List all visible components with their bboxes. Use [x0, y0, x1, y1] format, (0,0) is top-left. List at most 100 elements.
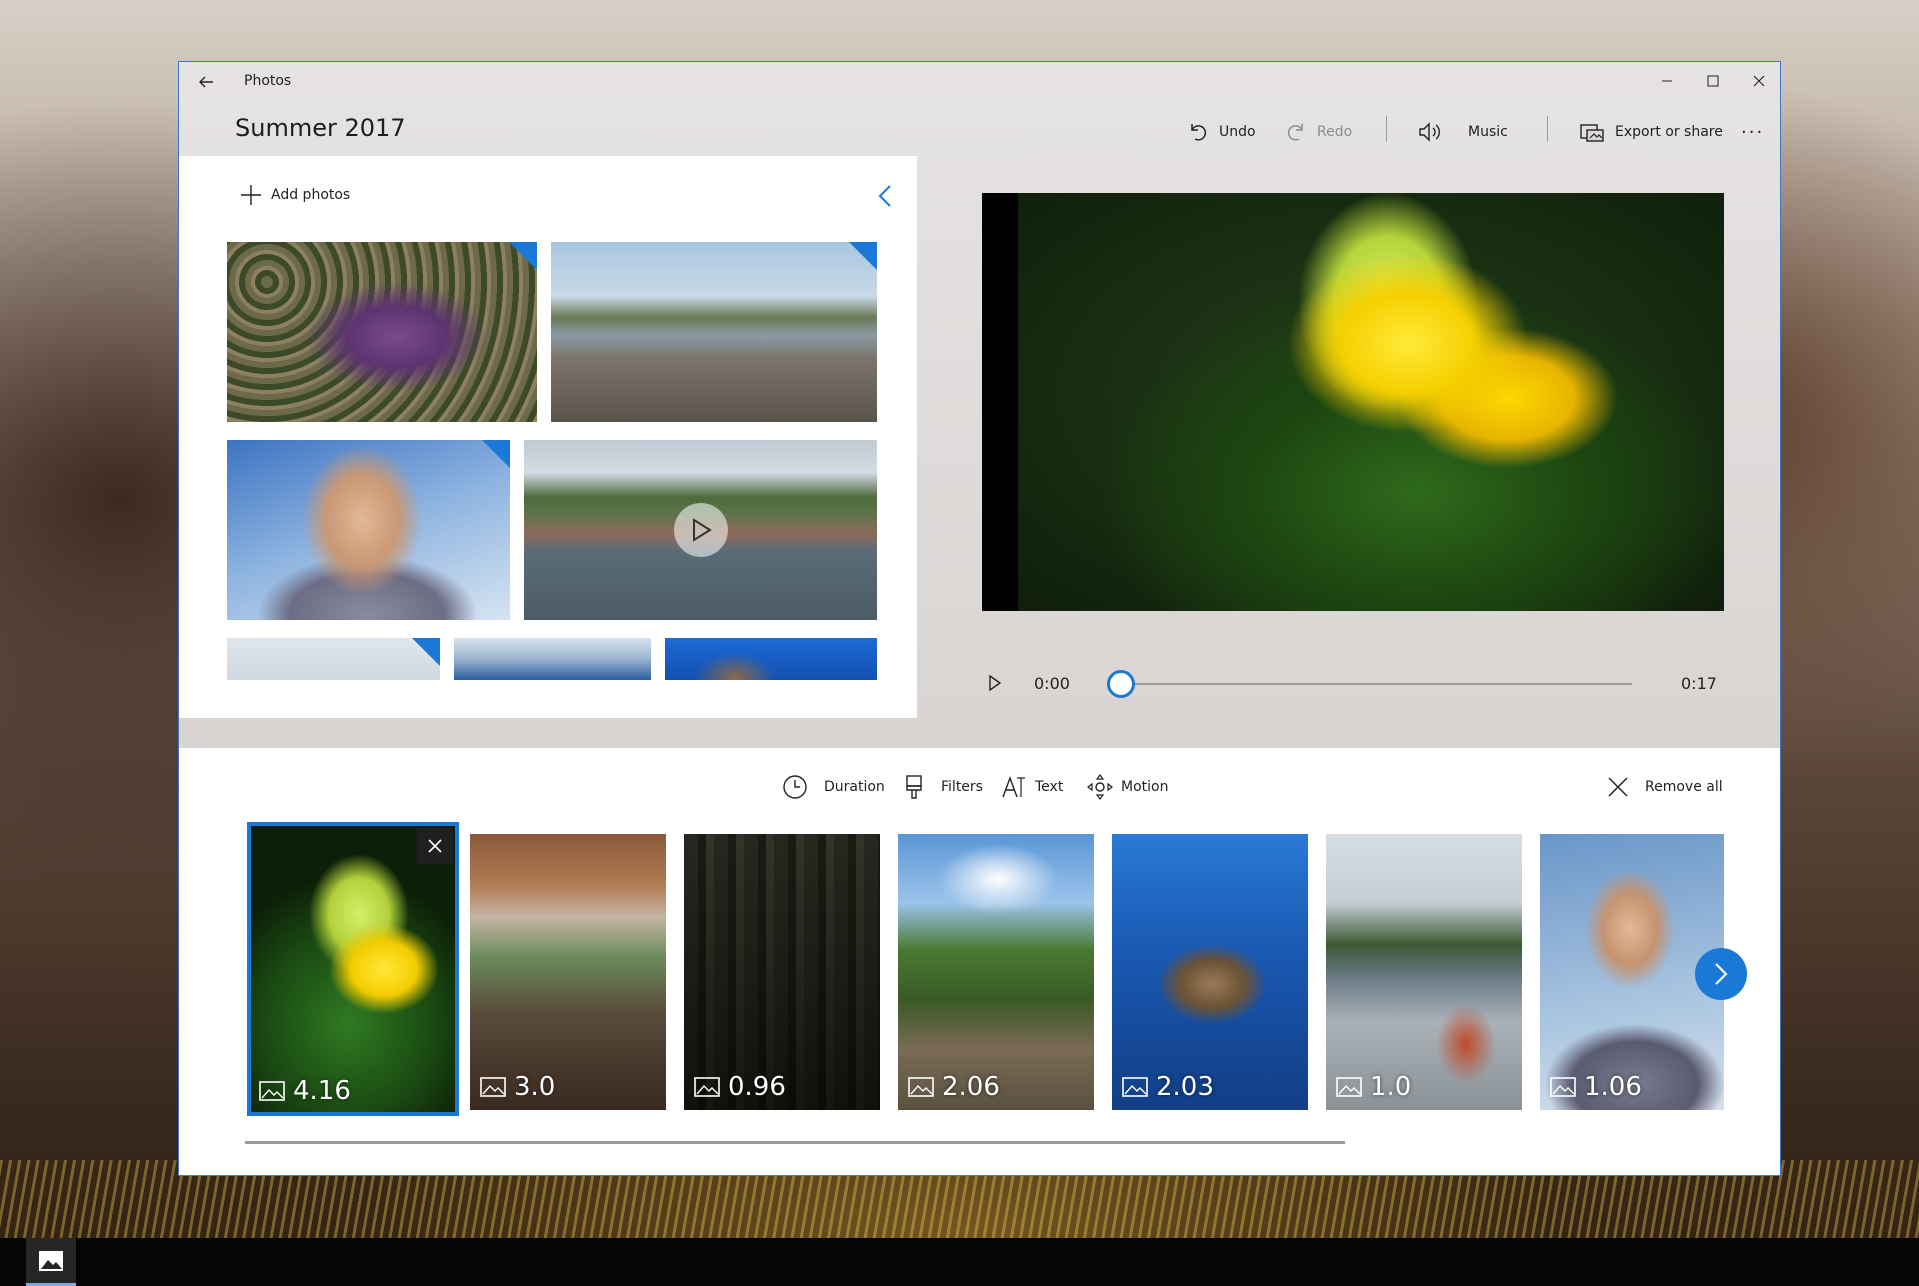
maximize-icon — [1707, 75, 1719, 87]
video-preview[interactable] — [982, 193, 1724, 611]
storyboard-clip-ruins[interactable]: 0.96 — [684, 834, 880, 1110]
undo-label: Undo — [1219, 124, 1256, 140]
clip-duration: 0.96 — [694, 1072, 786, 1102]
image-icon — [1550, 1077, 1576, 1097]
preview-frame-butterfly — [1018, 193, 1724, 611]
image-icon — [908, 1077, 934, 1097]
close-icon — [428, 839, 442, 853]
plus-icon — [241, 185, 261, 205]
chevron-right-icon — [1715, 963, 1728, 985]
clip-duration-value: 0.96 — [728, 1072, 786, 1102]
motion-icon — [1087, 774, 1113, 800]
add-photos-button[interactable]: Add photos — [240, 184, 350, 206]
more-icon: ··· — [1741, 121, 1765, 143]
project-title: Summer 2017 — [235, 114, 406, 142]
back-arrow-icon — [199, 76, 213, 88]
clip-duration-value: 2.03 — [1156, 1072, 1214, 1102]
clip-duration: 2.03 — [1122, 1072, 1214, 1102]
play-icon — [692, 518, 712, 542]
close-window-button[interactable] — [1736, 66, 1780, 96]
clip-duration: 1.06 — [1550, 1072, 1642, 1102]
text-label: Text — [1035, 779, 1064, 795]
library-photo-turtle[interactable] — [665, 638, 877, 680]
seek-track[interactable] — [1120, 683, 1632, 685]
library-photo-starfish[interactable] — [227, 242, 537, 422]
app-name: Photos — [244, 73, 292, 89]
redo-icon — [1287, 124, 1303, 141]
storyboard-clip-tuktuk[interactable]: 3.0 — [470, 834, 666, 1110]
toolbar-separator — [1386, 116, 1387, 142]
taskbar-photos-app[interactable] — [26, 1238, 76, 1286]
text-icon — [1002, 775, 1025, 798]
library-video-ferry[interactable] — [524, 440, 877, 620]
clip-duration: 3.0 — [480, 1072, 555, 1102]
clip-duration: 1.0 — [1336, 1072, 1411, 1102]
library-photo-beach-people[interactable] — [551, 242, 877, 422]
image-icon — [480, 1077, 506, 1097]
music-label: Music — [1468, 124, 1508, 140]
export-label: Export or share — [1615, 124, 1723, 140]
clip-duration-value: 3.0 — [514, 1072, 556, 1102]
speaker-icon — [1419, 122, 1440, 142]
image-icon — [259, 1081, 285, 1101]
clip-duration-value: 1.0 — [1370, 1072, 1412, 1102]
photos-app-icon — [39, 1250, 63, 1271]
storyboard-scrollbar[interactable] — [245, 1141, 1345, 1144]
export-icon — [1580, 124, 1604, 142]
image-icon — [1336, 1077, 1362, 1097]
music-button[interactable]: Music — [1418, 114, 1508, 150]
maximize-button[interactable] — [1690, 66, 1736, 96]
title-bar: Photos — [179, 62, 1780, 100]
close-icon — [1608, 777, 1628, 797]
minimize-button[interactable] — [1644, 66, 1690, 96]
image-icon — [694, 1077, 720, 1097]
brush-icon — [906, 775, 922, 799]
storyboard-clip-temple[interactable]: 2.06 — [898, 834, 1094, 1110]
filters-button[interactable]: Filters — [903, 770, 983, 804]
toolbar-separator — [1547, 116, 1548, 142]
undo-button[interactable]: Undo — [1187, 114, 1256, 150]
in-project-marker — [412, 638, 440, 666]
close-icon — [1753, 75, 1765, 87]
chevron-left-icon — [878, 185, 891, 207]
library-photo-ocean[interactable] — [454, 638, 651, 680]
clip-duration: 2.06 — [908, 1072, 1000, 1102]
redo-button[interactable]: Redo — [1285, 114, 1352, 150]
add-photos-label: Add photos — [271, 187, 351, 203]
remove-clip-button[interactable] — [417, 828, 453, 864]
remove-all-button[interactable]: Remove all — [1607, 770, 1723, 804]
in-project-marker — [482, 440, 510, 468]
minimize-icon — [1662, 80, 1672, 82]
player-controls: 0:00 0:17 — [982, 662, 1724, 702]
video-play-overlay[interactable] — [673, 503, 728, 557]
storyboard-next-button[interactable] — [1695, 948, 1747, 1000]
more-button[interactable]: ··· — [1741, 114, 1764, 150]
photos-window: Photos Summer 2017 Undo Redo Music Expor… — [178, 61, 1781, 1176]
storyboard-clip-turtle[interactable]: 2.03 — [1112, 834, 1308, 1110]
storyboard-clip-butterfly[interactable]: 4.16 — [247, 822, 459, 1116]
back-button[interactable] — [193, 69, 219, 95]
remove-all-label: Remove all — [1645, 779, 1723, 795]
current-time: 0:00 — [1034, 674, 1070, 693]
play-button[interactable] — [982, 670, 1008, 696]
library-photo-boy-sky[interactable] — [227, 440, 510, 620]
motion-button[interactable]: Motion — [1087, 770, 1168, 804]
filters-label: Filters — [941, 779, 983, 795]
seek-thumb[interactable] — [1107, 670, 1135, 698]
storyboard-clip-ferry-kid[interactable]: 1.0 — [1326, 834, 1522, 1110]
clip-duration-value: 1.06 — [1584, 1072, 1642, 1102]
clip-duration-value: 2.06 — [942, 1072, 1000, 1102]
play-icon — [989, 675, 1002, 691]
collapse-panel-button[interactable] — [873, 184, 897, 208]
photo-library-panel: Add photos — [179, 156, 917, 718]
duration-label: Duration — [824, 779, 885, 795]
taskbar — [0, 1238, 1919, 1286]
text-button[interactable]: Text — [1001, 770, 1063, 804]
clip-duration: 4.16 — [259, 1076, 351, 1106]
duration-button[interactable]: Duration — [782, 770, 885, 804]
export-button[interactable]: Export or share — [1579, 114, 1723, 150]
clock-icon — [783, 775, 807, 799]
total-time: 0:17 — [1681, 674, 1717, 693]
library-photo-horizon[interactable] — [227, 638, 440, 680]
undo-icon — [1191, 124, 1207, 141]
